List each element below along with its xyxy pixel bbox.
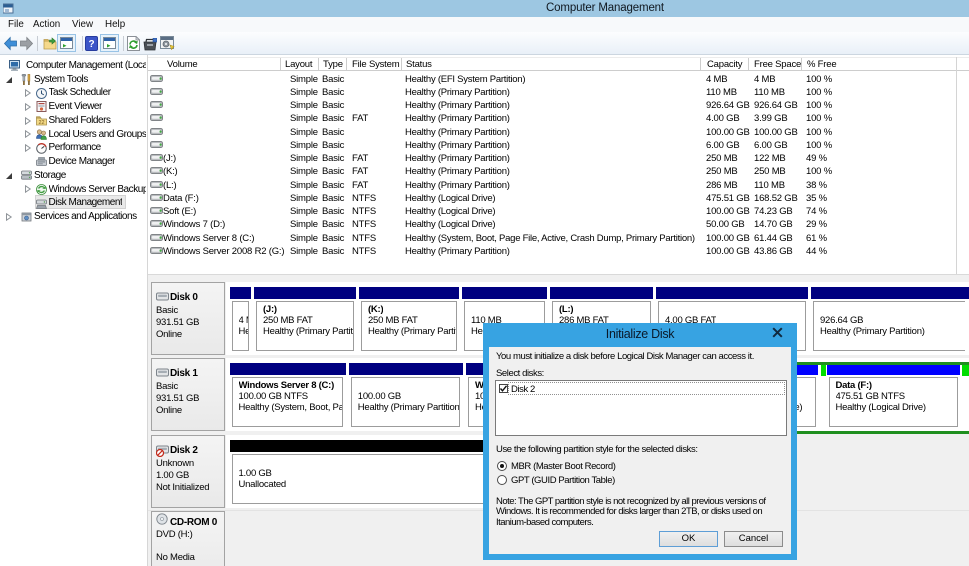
svg-text:?: ?	[88, 39, 94, 50]
svg-text:22: 22	[38, 120, 44, 126]
